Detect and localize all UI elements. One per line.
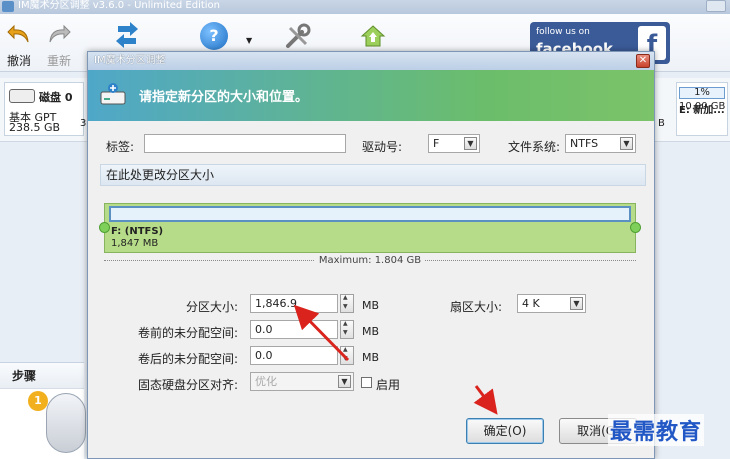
- unallocated-before-unit: MB: [362, 325, 380, 338]
- drive-letter-select[interactable]: F ▼: [428, 134, 480, 153]
- ok-button[interactable]: 确定(O): [466, 418, 544, 444]
- ssd-align-select[interactable]: 优化 ▼: [250, 372, 354, 391]
- disk-name: 磁盘 0: [39, 91, 73, 104]
- undo-icon: [7, 24, 29, 43]
- partition-size-unit: MB: [362, 299, 380, 312]
- ssd-align-value: 优化: [255, 375, 277, 388]
- tools-icon[interactable]: [284, 22, 312, 50]
- cluster-size-value: 4 K: [522, 297, 540, 310]
- maximum-label-wrap: Maximum: 1.804 GB: [104, 255, 636, 266]
- chevron-down-icon[interactable]: ▼: [570, 297, 583, 310]
- hard-disk-add-icon: [100, 83, 126, 105]
- ssd-align-enable-checkbox[interactable]: [361, 377, 372, 388]
- create-partition-dialog: IM魔术分区调整 ✕ 请指定新分区的大小和位置。 标签: 驱动号: F ▼ 文件…: [87, 51, 655, 459]
- dialog-header-banner: 请指定新分区的大小和位置。: [88, 70, 654, 121]
- help-icon[interactable]: ?: [200, 22, 228, 50]
- app-title: IM魔术分区调整 v3.6.0 - Unlimited Edition: [18, 0, 221, 11]
- partition-size-label: 分区大小:: [185, 300, 238, 314]
- partition-e-card[interactable]: 1% E: 新加... 10.00 GB: [676, 82, 728, 136]
- file-system-value: NTFS: [570, 137, 599, 150]
- drive-letter-label: 驱动号:: [362, 140, 403, 154]
- file-system-label: 文件系统:: [508, 140, 561, 154]
- unallocated-after-label: 卷后的未分配空间:: [137, 352, 238, 366]
- redo-icon: [49, 24, 71, 43]
- home-upload-icon[interactable]: [360, 24, 386, 48]
- ssd-align-enable-label: 启用: [376, 378, 401, 392]
- drive-letter-value: F: [433, 137, 440, 150]
- partition-size-spinner[interactable]: [340, 294, 354, 313]
- unallocated-before-input[interactable]: 0.0: [250, 320, 338, 339]
- ssd-align-label: 固态硬盘分区对齐:: [137, 378, 238, 392]
- partition-arrows-icon[interactable]: [114, 22, 140, 50]
- unallocated-after-unit: MB: [362, 351, 380, 364]
- cluster-size-label: 扇区大小:: [450, 300, 503, 314]
- mouse-icon: [46, 393, 86, 453]
- cluster-size-select[interactable]: 4 K ▼: [517, 294, 586, 313]
- resize-handle-left[interactable]: [99, 222, 110, 233]
- partition-size-input[interactable]: 1,846.9: [250, 294, 338, 313]
- dialog-title-bar: IM魔术分区调整 ✕: [88, 52, 654, 70]
- watermark: 最需教育: [608, 414, 705, 446]
- header-message: 请指定新分区的大小和位置。: [139, 90, 309, 105]
- label-field-label: 标签:: [106, 140, 135, 154]
- window-control-button[interactable]: [706, 0, 726, 12]
- partition-name: F: (NTFS): [111, 226, 164, 237]
- maximum-label: Maximum: 1.804 GB: [314, 255, 426, 266]
- file-system-select[interactable]: NTFS ▼: [565, 134, 636, 153]
- partition-resize-map[interactable]: F: (NTFS) 1,847 MB: [99, 203, 641, 253]
- dialog-title: IM魔术分区调整: [94, 55, 166, 66]
- label-input[interactable]: [144, 134, 346, 153]
- close-icon[interactable]: ✕: [636, 54, 650, 68]
- disk-size: 238.5 GB: [9, 121, 61, 134]
- hard-disk-icon: [9, 89, 35, 103]
- undo-label: 撤消: [6, 54, 31, 68]
- partial-text-right: B: [658, 118, 665, 129]
- undo-button[interactable]: 撤消: [4, 20, 34, 69]
- app-icon: [2, 1, 14, 12]
- unallocated-before-label: 卷前的未分配空间:: [137, 326, 238, 340]
- partition-fill-bar: [109, 206, 631, 222]
- chevron-down-icon[interactable]: ▼: [246, 36, 252, 45]
- step-number-badge: 1: [28, 391, 48, 411]
- redo-button[interactable]: 重新: [44, 20, 74, 69]
- facebook-small-text: follow us on: [536, 27, 590, 37]
- chevron-down-icon[interactable]: ▼: [464, 137, 477, 150]
- unallocated-before-spinner[interactable]: [340, 320, 354, 339]
- steps-title: 步骤: [0, 363, 84, 389]
- partition-usage-bar: 1%: [679, 87, 725, 99]
- app-title-bar: IM魔术分区调整 v3.6.0 - Unlimited Edition: [0, 0, 730, 14]
- resize-section-title: 在此处更改分区大小: [100, 164, 646, 186]
- partition-e-label: E: 新加...: [679, 105, 725, 116]
- resize-handle-right[interactable]: [630, 222, 641, 233]
- chevron-down-icon[interactable]: ▼: [620, 137, 633, 150]
- chevron-down-icon[interactable]: ▼: [338, 375, 351, 388]
- partial-text-left: 3: [80, 118, 87, 129]
- unallocated-after-spinner[interactable]: [340, 346, 354, 365]
- disk-0-card[interactable]: 磁盘 0 基本 GPT 238.5 GB: [4, 82, 84, 136]
- unallocated-after-input[interactable]: 0.0: [250, 346, 338, 365]
- steps-panel: 步骤 1: [0, 362, 86, 459]
- redo-label: 重新: [46, 54, 71, 68]
- partition-size-text: 1,847 MB: [111, 238, 159, 249]
